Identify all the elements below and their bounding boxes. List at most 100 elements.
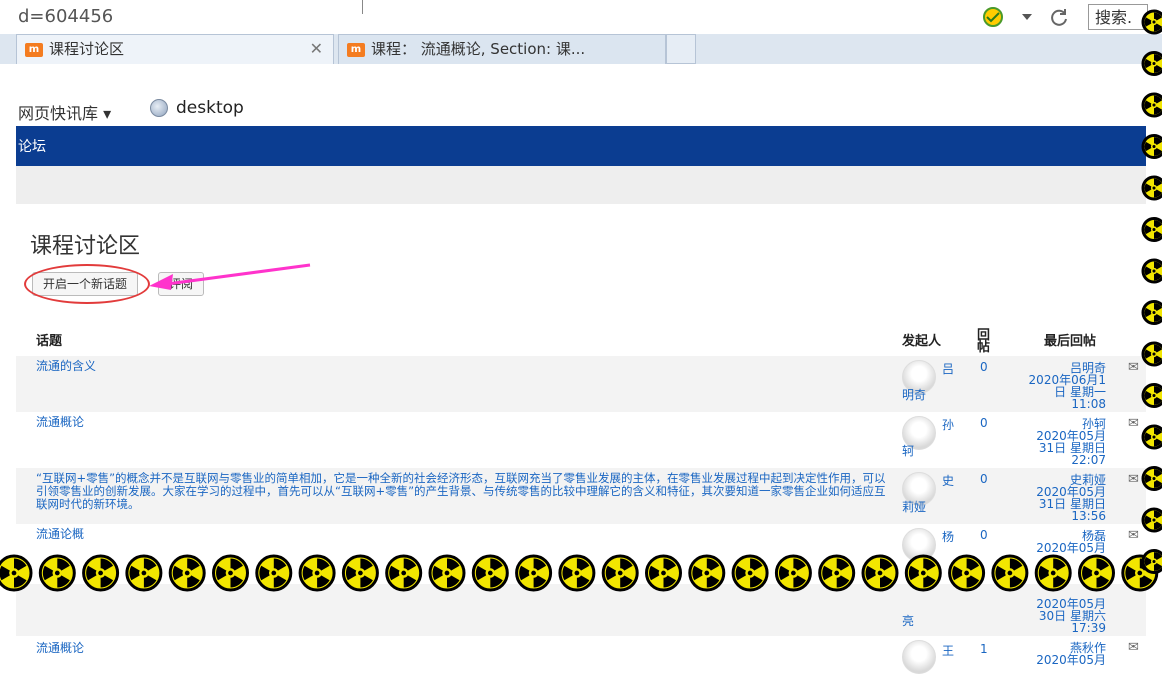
tab-label: 课程： 流通概论, Section: 课... [371, 40, 586, 58]
search-box[interactable]: 搜索. [1088, 4, 1148, 30]
author-name-cont[interactable]: 轲 [902, 442, 914, 459]
address-text[interactable]: d=604456 [18, 6, 113, 27]
close-icon[interactable]: ✕ [310, 35, 323, 63]
tab-forum[interactable]: m 课程讨论区 ✕ [16, 34, 334, 64]
mail-icon[interactable]: ✉ [1128, 416, 1139, 431]
hazard-icon [1141, 424, 1162, 450]
hazard-icon [1141, 175, 1162, 201]
bookmark-label: desktop [176, 98, 244, 118]
reply-count[interactable]: 0 [980, 416, 988, 430]
annotation-circle [24, 264, 150, 304]
breadcrumb-bar [16, 166, 1146, 204]
divider [362, 0, 363, 14]
reply-count[interactable]: 0 [980, 528, 988, 542]
site-navbar [16, 126, 1146, 166]
hazard-icon [774, 554, 812, 592]
hazard-icon [1141, 341, 1162, 367]
author-name-cont[interactable]: 亮 [902, 612, 914, 629]
bookmark-folder[interactable]: 网页快讯库 ▾ [18, 100, 111, 124]
hazard-icon [991, 554, 1029, 592]
hazard-icon [1141, 466, 1162, 491]
author-name[interactable]: 孙 [942, 416, 954, 433]
mail-icon[interactable]: ✉ [1128, 360, 1139, 375]
author-name[interactable]: 吕 [942, 360, 954, 377]
col-topic: 话题 [36, 334, 63, 349]
hazard-icon [125, 554, 163, 592]
hazard-icon [818, 554, 856, 592]
author-name[interactable]: 王 [942, 642, 954, 659]
hazard-icon [385, 554, 423, 592]
hazard-icon [0, 554, 33, 592]
hazard-icon [1141, 300, 1162, 325]
topic-link[interactable]: 流通的含义 [36, 360, 96, 373]
col-author: 发起人 [902, 334, 942, 349]
author-name[interactable]: 杨 [942, 528, 954, 545]
reply-count[interactable]: 1 [980, 642, 988, 656]
topic-link[interactable]: 流通概论 [36, 416, 84, 429]
hazard-icon [168, 554, 206, 592]
dropdown-icon[interactable] [1020, 10, 1034, 24]
topic-link[interactable]: 流通概论 [36, 642, 84, 655]
col-last-post: 最后回帖 [1044, 334, 1097, 349]
reply-count[interactable]: 0 [980, 472, 988, 486]
hazard-icon [1141, 507, 1162, 533]
topic-link[interactable]: “互联网+零售”的概念并不是互联网与零售业的简单相加，它是一种全新的社会经济形态… [36, 472, 886, 511]
last-post[interactable]: 燕秋作 2020年05月 [1024, 642, 1106, 666]
hazard-border-right [1141, 9, 1162, 574]
topic-link[interactable]: 流通论概 [36, 528, 84, 541]
hazard-icon [1034, 554, 1072, 592]
hazard-icon [38, 554, 76, 592]
moodle-icon: m [25, 42, 43, 57]
hazard-icon [731, 554, 769, 592]
reply-count[interactable]: 0 [980, 360, 988, 374]
hazard-icon [1141, 134, 1162, 159]
last-post[interactable]: 杨磊 2020年05月 [1024, 530, 1106, 554]
hazard-icon [341, 554, 379, 592]
annotation-arrow [149, 263, 311, 290]
hazard-icon [515, 554, 553, 592]
last-post[interactable]: 2020年05月 30日 星期六 17:39 [1024, 598, 1106, 634]
mail-icon[interactable]: ✉ [1128, 528, 1139, 543]
last-post[interactable]: 孙轲 2020年05月 31日 星期日 22:07 [1024, 418, 1106, 466]
bookmark-desktop[interactable]: desktop [150, 98, 244, 118]
hazard-icon [1141, 217, 1162, 242]
mail-icon[interactable]: ✉ [1128, 640, 1139, 655]
hazard-icon [1141, 51, 1162, 76]
hazard-icon [558, 554, 596, 592]
table-row [16, 356, 1146, 412]
tab-course[interactable]: m 课程： 流通概论, Section: 课... [338, 34, 666, 64]
refresh-icon[interactable] [1048, 6, 1070, 28]
tab-label: 课程讨论区 [49, 40, 125, 58]
page-title: 课程讨论区 [30, 234, 141, 259]
last-post[interactable]: 史莉娅 2020年05月 31日 星期日 13:56 [1024, 474, 1106, 522]
last-post[interactable]: 吕明奇 2020年06月1 日 星期一 11:08 [1024, 362, 1106, 410]
author-name[interactable]: 史 [942, 472, 954, 489]
hazard-icon [471, 554, 509, 592]
author-name-cont[interactable]: 明奇 [902, 386, 926, 403]
hazard-icon [82, 554, 120, 592]
hazard-icon [1141, 549, 1162, 574]
hazard-icon [861, 554, 899, 592]
hazard-icon [1141, 258, 1162, 284]
hazard-icon [948, 554, 986, 592]
hazard-icon [601, 554, 639, 592]
breadcrumb-forum[interactable]: 论坛 [18, 136, 46, 156]
hazard-icon [1141, 383, 1162, 408]
new-tab-button[interactable] [666, 34, 696, 64]
moodle-icon: m [347, 42, 365, 57]
hazard-icon [1141, 9, 1162, 35]
hazard-icon [255, 554, 293, 592]
compat-icon[interactable] [982, 6, 1004, 28]
hazard-icon [1141, 92, 1162, 118]
globe-icon [150, 99, 168, 117]
avatar[interactable] [902, 640, 936, 674]
hazard-icon [1078, 554, 1115, 592]
hazard-icon [688, 554, 726, 592]
author-name-cont[interactable]: 莉娅 [902, 498, 926, 515]
hazard-icon [212, 554, 249, 592]
mail-icon[interactable]: ✉ [1128, 472, 1139, 487]
hazard-border-bottom [0, 554, 1159, 592]
hazard-icon [645, 554, 682, 592]
hazard-icon [428, 554, 466, 592]
hazard-icon [904, 554, 942, 592]
